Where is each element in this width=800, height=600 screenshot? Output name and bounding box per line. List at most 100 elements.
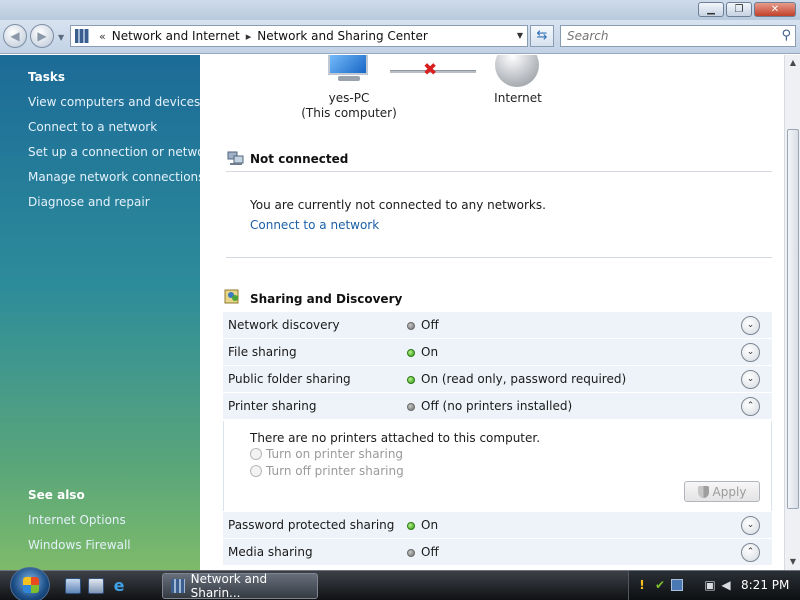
switch-windows-icon[interactable]	[88, 578, 104, 594]
expand-chevron-icon[interactable]: ⌄	[741, 316, 760, 335]
network-disconnected-icon[interactable]: ▣	[703, 578, 717, 592]
taskbar: e Network and Sharin... ! ✔ ▣ ◀ 8:21 PM	[0, 567, 800, 600]
tasks-heading: Tasks	[28, 70, 66, 84]
search-input[interactable]	[561, 26, 761, 46]
task-manage-connections[interactable]: Manage network connections	[28, 170, 204, 184]
disconnected-x-icon[interactable]: ✖	[423, 60, 437, 80]
apply-button[interactable]: Apply	[684, 481, 760, 502]
network-center-icon	[171, 579, 185, 593]
maximize-button[interactable]: ❐	[726, 2, 752, 17]
task-connect-to-network[interactable]: Connect to a network	[28, 120, 157, 134]
printer-panel-message: There are no printers attached to this c…	[250, 431, 541, 445]
scroll-up-arrow-icon[interactable]: ▲	[786, 55, 800, 71]
setting-status: Off	[421, 318, 439, 332]
collapse-chevron-icon[interactable]: ⌃	[741, 397, 760, 416]
network-center-icon	[75, 29, 89, 43]
computer-name: yes-PC	[328, 91, 370, 105]
turn-off-printer-sharing-option[interactable]: Turn off printer sharing	[250, 464, 404, 478]
radio-label: Turn on printer sharing	[266, 447, 404, 461]
scroll-thumb[interactable]	[787, 129, 799, 509]
setting-label: Public folder sharing	[228, 372, 351, 386]
volume-icon[interactable]: ◀	[719, 578, 733, 592]
forward-button[interactable]: ▶	[30, 24, 54, 48]
sidebar-icon[interactable]	[671, 579, 683, 591]
expand-chevron-icon[interactable]: ⌄	[741, 370, 760, 389]
setting-label: File sharing	[228, 345, 297, 359]
address-toolbar: ◀ ▶ ▼ « Network and Internet ▸ Network a…	[0, 20, 800, 54]
status-on-icon	[407, 376, 415, 384]
windows-logo-icon	[23, 577, 39, 593]
setting-label: Network discovery	[228, 318, 340, 332]
scroll-down-arrow-icon[interactable]: ▼	[786, 554, 800, 570]
internet-label: Internet	[494, 91, 542, 105]
system-tray: ! ✔ ▣ ◀ 8:21 PM	[628, 571, 800, 600]
task-diagnose-repair[interactable]: Diagnose and repair	[28, 195, 150, 209]
task-setup-connection[interactable]: Set up a connection or network	[28, 145, 216, 159]
setting-status: Off	[421, 545, 439, 559]
address-bar[interactable]: « Network and Internet ▸ Network and Sha…	[70, 25, 528, 47]
connection-status-title: Not connected	[250, 152, 349, 166]
vertical-scrollbar[interactable]: ▲ ▼	[784, 55, 800, 570]
sharing-row-network-discovery[interactable]: Network discovery Off ⌄	[223, 312, 772, 338]
setting-status: On (read only, password required)	[421, 372, 627, 386]
task-view-computers[interactable]: View computers and devices	[28, 95, 200, 109]
start-button[interactable]	[10, 567, 50, 600]
internet-explorer-icon[interactable]: e	[111, 578, 127, 594]
setting-status: On	[421, 345, 439, 359]
status-off-icon	[407, 403, 415, 411]
search-icon[interactable]: ⚲	[781, 28, 791, 43]
windows-defender-icon[interactable]: ✔	[653, 578, 667, 592]
radio-button[interactable]	[250, 465, 262, 477]
apply-label: Apply	[712, 484, 747, 499]
sharing-row-password-protected[interactable]: Password protected sharing On ⌄	[223, 512, 772, 538]
internet-globe-icon[interactable]	[495, 55, 539, 87]
back-button[interactable]: ◀	[3, 24, 27, 48]
window-title-bar: ▁ ❐ ✕	[0, 0, 800, 20]
network-computers-icon	[227, 151, 244, 165]
status-on-icon	[407, 522, 415, 530]
breadcrumb-separator-icon[interactable]: ▸	[246, 30, 252, 43]
main-content: yes-PC (This computer) ✖ Internet Not co…	[200, 55, 784, 570]
task-pane: Tasks View computers and devices Connect…	[0, 55, 216, 570]
sharing-discovery-title: Sharing and Discovery	[250, 292, 403, 306]
sharing-row-media-sharing[interactable]: Media sharing Off ⌃	[223, 539, 772, 565]
taskbar-item-network-center[interactable]: Network and Sharin...	[162, 572, 318, 600]
expand-chevron-icon[interactable]: ⌄	[741, 343, 760, 362]
computer-icon[interactable]	[324, 55, 372, 83]
turn-on-printer-sharing-option[interactable]: Turn on printer sharing	[250, 447, 403, 461]
show-desktop-icon[interactable]	[65, 578, 81, 594]
sharing-row-public-folder[interactable]: Public folder sharing On (read only, pas…	[223, 366, 772, 392]
setting-label: Media sharing	[228, 545, 313, 559]
radio-button[interactable]	[250, 448, 262, 460]
see-also-internet-options[interactable]: Internet Options	[28, 513, 126, 527]
sharing-row-file-sharing[interactable]: File sharing On ⌄	[223, 339, 772, 365]
printer-sharing-panel: There are no printers attached to this c…	[223, 421, 772, 511]
recent-pages-dropdown[interactable]: ▼	[58, 33, 64, 42]
taskbar-item-label: Network and Sharin...	[190, 572, 268, 600]
minimize-button[interactable]: ▁	[698, 2, 724, 17]
search-box[interactable]: ⚲	[560, 25, 796, 47]
clock[interactable]: 8:21 PM	[741, 578, 789, 592]
status-off-icon	[407, 322, 415, 330]
status-off-icon	[407, 549, 415, 557]
divider	[226, 171, 772, 172]
collapse-chevron-icon[interactable]: ⌃	[741, 543, 760, 562]
status-on-icon	[407, 349, 415, 357]
breadcrumb-overflow-icon[interactable]: «	[99, 30, 106, 43]
see-also-heading: See also	[28, 488, 85, 502]
setting-status: On	[421, 518, 439, 532]
connect-to-network-link[interactable]: Connect to a network	[250, 218, 379, 232]
close-button[interactable]: ✕	[754, 2, 796, 17]
window-controls: ▁ ❐ ✕	[698, 2, 796, 17]
connection-message: You are currently not connected to any n…	[250, 198, 546, 212]
computer-subtitle: (This computer)	[301, 106, 397, 120]
see-also-windows-firewall[interactable]: Windows Firewall	[28, 538, 131, 552]
expand-chevron-icon[interactable]: ⌄	[741, 516, 760, 535]
address-dropdown-icon[interactable]: ▼	[517, 31, 523, 40]
refresh-button[interactable]: ⇆	[530, 25, 554, 47]
breadcrumb-network-and-sharing-center[interactable]: Network and Sharing Center	[257, 29, 428, 43]
uac-shield-icon	[697, 485, 709, 498]
breadcrumb-network-and-internet[interactable]: Network and Internet	[112, 29, 240, 43]
sharing-row-printer-sharing[interactable]: Printer sharing Off (no printers install…	[223, 393, 772, 419]
security-alert-icon[interactable]: !	[635, 578, 649, 592]
